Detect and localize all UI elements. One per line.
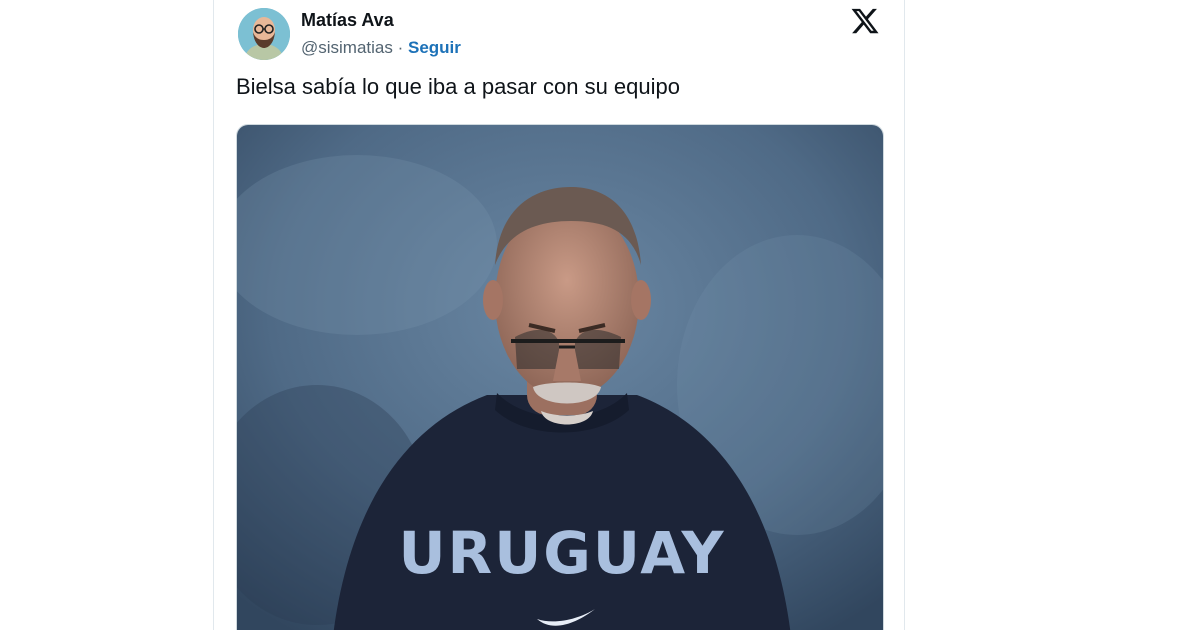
- author-handle[interactable]: @sisimatias: [301, 38, 393, 57]
- handle-separator: ·: [392, 38, 408, 57]
- tweet-card: Matías Ava @sisimatias · Seguir Bielsa s…: [213, 0, 905, 630]
- bearded-man-glasses-avatar-icon: [238, 8, 290, 60]
- follow-button[interactable]: Seguir: [408, 38, 461, 57]
- author-display-name[interactable]: Matías Ava: [301, 10, 394, 31]
- author-handle-row: @sisimatias · Seguir: [301, 38, 461, 58]
- man-in-uruguay-shirt-photo: URUGUAY: [237, 125, 883, 630]
- tweet-text: Bielsa sabía lo que iba a pasar con su e…: [236, 74, 680, 99]
- author-avatar[interactable]: [238, 8, 290, 60]
- tweet-photo[interactable]: URUGUAY: [236, 124, 884, 630]
- shirt-print-text: URUGUAY: [398, 519, 725, 587]
- page: Matías Ava @sisimatias · Seguir Bielsa s…: [0, 0, 1200, 630]
- tweet-header: Matías Ava @sisimatias · Seguir: [238, 2, 888, 60]
- x-logo-icon[interactable]: [850, 6, 880, 36]
